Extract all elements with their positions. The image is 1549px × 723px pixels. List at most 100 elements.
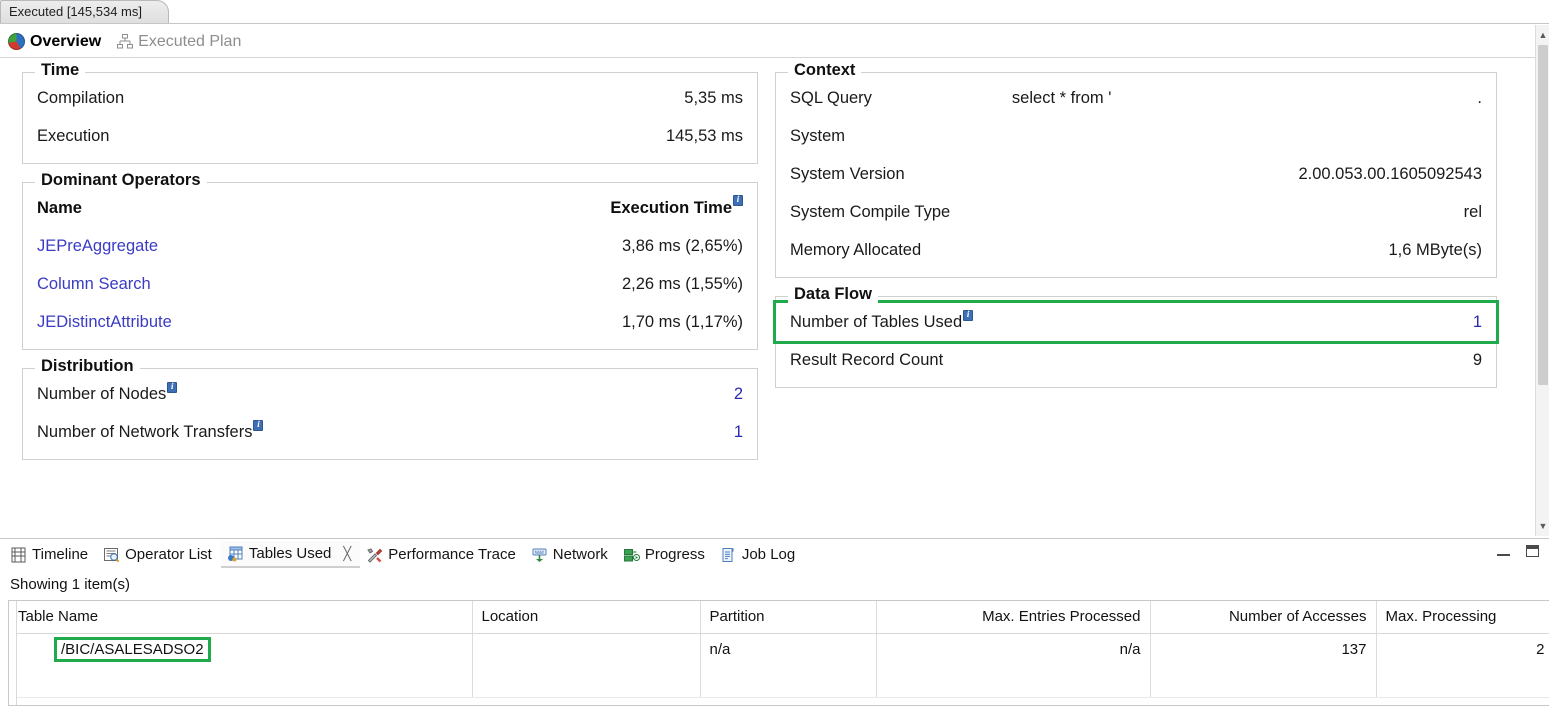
operator-row: Column Search 2,26 ms (1,55%) bbox=[37, 265, 743, 303]
column-header-partition[interactable]: Partition bbox=[700, 601, 877, 634]
tables-used-icon bbox=[227, 546, 243, 561]
grid-left-rail bbox=[9, 601, 17, 705]
tab-progress-label: Progress bbox=[644, 546, 705, 563]
dominant-operators-header: Name Execution Time bbox=[37, 189, 743, 227]
group-time-title: Time bbox=[35, 61, 86, 80]
group-data-flow: Data Flow Number of Tables Used 1 Result… bbox=[773, 285, 1499, 388]
info-icon[interactable] bbox=[253, 419, 264, 431]
table-header-row: Table Name Location Partition Max. Entri… bbox=[9, 601, 1549, 634]
group-context: Context SQL Query select * from ' . Syst… bbox=[775, 61, 1497, 278]
system-version-value: 2.00.053.00.1605092543 bbox=[1298, 165, 1482, 183]
cell-empty bbox=[1150, 665, 1377, 698]
col-execution-time-header: Execution Time bbox=[610, 189, 743, 227]
column-header-number-of-accesses[interactable]: Number of Accesses bbox=[1150, 601, 1377, 634]
overview-left-column: Time Compilation 5,35 ms Execution 145,5… bbox=[22, 61, 758, 460]
result-record-count-label: Result Record Count bbox=[790, 351, 944, 369]
cell-empty bbox=[1376, 665, 1549, 698]
sql-query-value-trail: . bbox=[1477, 89, 1482, 107]
plan-tree-icon bbox=[117, 34, 134, 49]
row-system-compile-type: System Compile Type rel bbox=[790, 193, 1482, 231]
table-row[interactable]: /BIC/ASALESADSO2 n/a n/a 137 2 bbox=[9, 633, 1549, 665]
row-result-record-count: Result Record Count 9 bbox=[790, 341, 1482, 379]
column-header-max-processing[interactable]: Max. Processing bbox=[1376, 601, 1549, 634]
pie-chart-icon bbox=[8, 33, 25, 50]
scroll-up-arrow-icon[interactable]: ▲ bbox=[1536, 27, 1549, 43]
timeline-icon bbox=[11, 547, 26, 562]
tab-performance-trace-label: Performance Trace bbox=[388, 546, 516, 563]
tab-overview-label: Overview bbox=[30, 32, 102, 50]
cell-table-name: /BIC/ASALESADSO2 bbox=[9, 633, 473, 665]
overview-vertical-scrollbar[interactable]: ▲ ▼ bbox=[1535, 25, 1549, 536]
column-header-max-entries-processed[interactable]: Max. Entries Processed bbox=[876, 601, 1151, 634]
editor-tab-label: Executed [145,534 ms] bbox=[9, 4, 142, 19]
result-record-count-value: 9 bbox=[1472, 351, 1482, 369]
close-icon[interactable]: ╳ bbox=[343, 546, 351, 562]
scrollbar-thumb[interactable] bbox=[1538, 45, 1548, 385]
system-version-label: System Version bbox=[790, 165, 905, 183]
operator-time: 1,70 ms (1,17%) bbox=[621, 313, 743, 331]
table-name-value: /BIC/ASALESADSO2 bbox=[54, 636, 211, 662]
scroll-down-arrow-icon[interactable]: ▼ bbox=[1536, 518, 1549, 534]
compilation-label: Compilation bbox=[37, 89, 125, 107]
row-system-version: System Version 2.00.053.00.1605092543 bbox=[790, 155, 1482, 193]
number-of-tables-used-label: Number of Tables Used bbox=[790, 303, 974, 341]
col-name-header: Name bbox=[37, 199, 82, 217]
info-icon[interactable] bbox=[733, 194, 743, 206]
tab-network[interactable]: Network bbox=[525, 542, 617, 567]
tab-timeline-label: Timeline bbox=[32, 546, 89, 563]
tab-timeline[interactable]: Timeline bbox=[4, 542, 97, 567]
cell-empty bbox=[472, 665, 701, 698]
operator-time: 3,86 ms (2,65%) bbox=[621, 237, 743, 255]
execution-value: 145,53 ms bbox=[665, 127, 743, 145]
network-icon bbox=[532, 548, 547, 562]
group-dominant-operators-title: Dominant Operators bbox=[35, 171, 207, 190]
row-number-of-nodes: Number of Nodes 2 bbox=[37, 375, 743, 413]
info-icon[interactable] bbox=[167, 381, 178, 393]
overview-right-column: Context SQL Query select * from ' . Syst… bbox=[773, 61, 1499, 388]
info-icon[interactable] bbox=[963, 309, 974, 321]
tab-network-label: Network bbox=[552, 546, 608, 563]
tab-performance-trace[interactable]: Performance Trace bbox=[360, 542, 525, 567]
operator-row: JEDistinctAttribute 1,70 ms (1,17%) bbox=[37, 303, 743, 341]
cell-partition: n/a bbox=[700, 633, 877, 665]
number-of-network-transfers-label: Number of Network Transfers bbox=[37, 413, 264, 451]
column-header-location[interactable]: Location bbox=[472, 601, 701, 634]
editor-tabbar: Executed [145,534 ms] bbox=[0, 0, 1549, 24]
editor-tab-underline bbox=[0, 23, 1549, 24]
tab-executed-plan[interactable]: Executed Plan bbox=[117, 33, 241, 51]
maximize-icon[interactable] bbox=[1526, 545, 1539, 557]
operator-name-link[interactable]: JEPreAggregate bbox=[37, 227, 158, 265]
number-of-nodes-label: Number of Nodes bbox=[37, 375, 178, 413]
row-number-of-network-transfers: Number of Network Transfers 1 bbox=[37, 413, 743, 451]
tab-progress[interactable]: Progress bbox=[617, 542, 714, 567]
row-system: System bbox=[790, 117, 1482, 155]
tab-tables-used-label: Tables Used bbox=[248, 545, 332, 562]
column-header-table-name[interactable]: Table Name bbox=[9, 601, 473, 634]
tab-job-log-label: Job Log bbox=[741, 546, 796, 563]
tab-operator-list[interactable]: Operator List bbox=[97, 542, 221, 567]
operator-list-icon bbox=[104, 547, 120, 562]
tab-overview[interactable]: Overview bbox=[8, 33, 101, 51]
bottom-view-stack: Timeline Operator List Tables Used ╳ Per… bbox=[0, 538, 1549, 723]
number-of-tables-used-value: 1 bbox=[1472, 313, 1482, 331]
row-number-of-tables-used: Number of Tables Used 1 bbox=[773, 300, 1499, 344]
group-distribution: Distribution Number of Nodes 2 Number of… bbox=[22, 357, 758, 460]
operator-time: 2,26 ms (1,55%) bbox=[621, 275, 743, 293]
cell-empty bbox=[876, 665, 1151, 698]
minimize-icon[interactable] bbox=[1497, 547, 1510, 556]
operator-name-link[interactable]: Column Search bbox=[37, 265, 151, 303]
editor-tab-executed[interactable]: Executed [145,534 ms] bbox=[0, 0, 169, 24]
row-sql-query: SQL Query select * from ' . bbox=[790, 79, 1482, 117]
operator-name-link[interactable]: JEDistinctAttribute bbox=[37, 303, 172, 341]
job-log-icon bbox=[722, 547, 734, 562]
overview-panel: Time Compilation 5,35 ms Execution 145,5… bbox=[0, 58, 1535, 536]
row-execution: Execution 145,53 ms bbox=[37, 117, 743, 155]
tab-job-log[interactable]: Job Log bbox=[714, 542, 804, 567]
tab-tables-used[interactable]: Tables Used ╳ bbox=[220, 541, 361, 568]
group-data-flow-title: Data Flow bbox=[788, 285, 878, 304]
cell-number-of-accesses: 137 bbox=[1150, 633, 1377, 665]
group-context-title: Context bbox=[788, 61, 862, 80]
number-of-nodes-value: 2 bbox=[733, 385, 743, 403]
view-tabbar: Overview Executed Plan bbox=[0, 25, 1549, 58]
number-of-network-transfers-value: 1 bbox=[733, 423, 743, 441]
